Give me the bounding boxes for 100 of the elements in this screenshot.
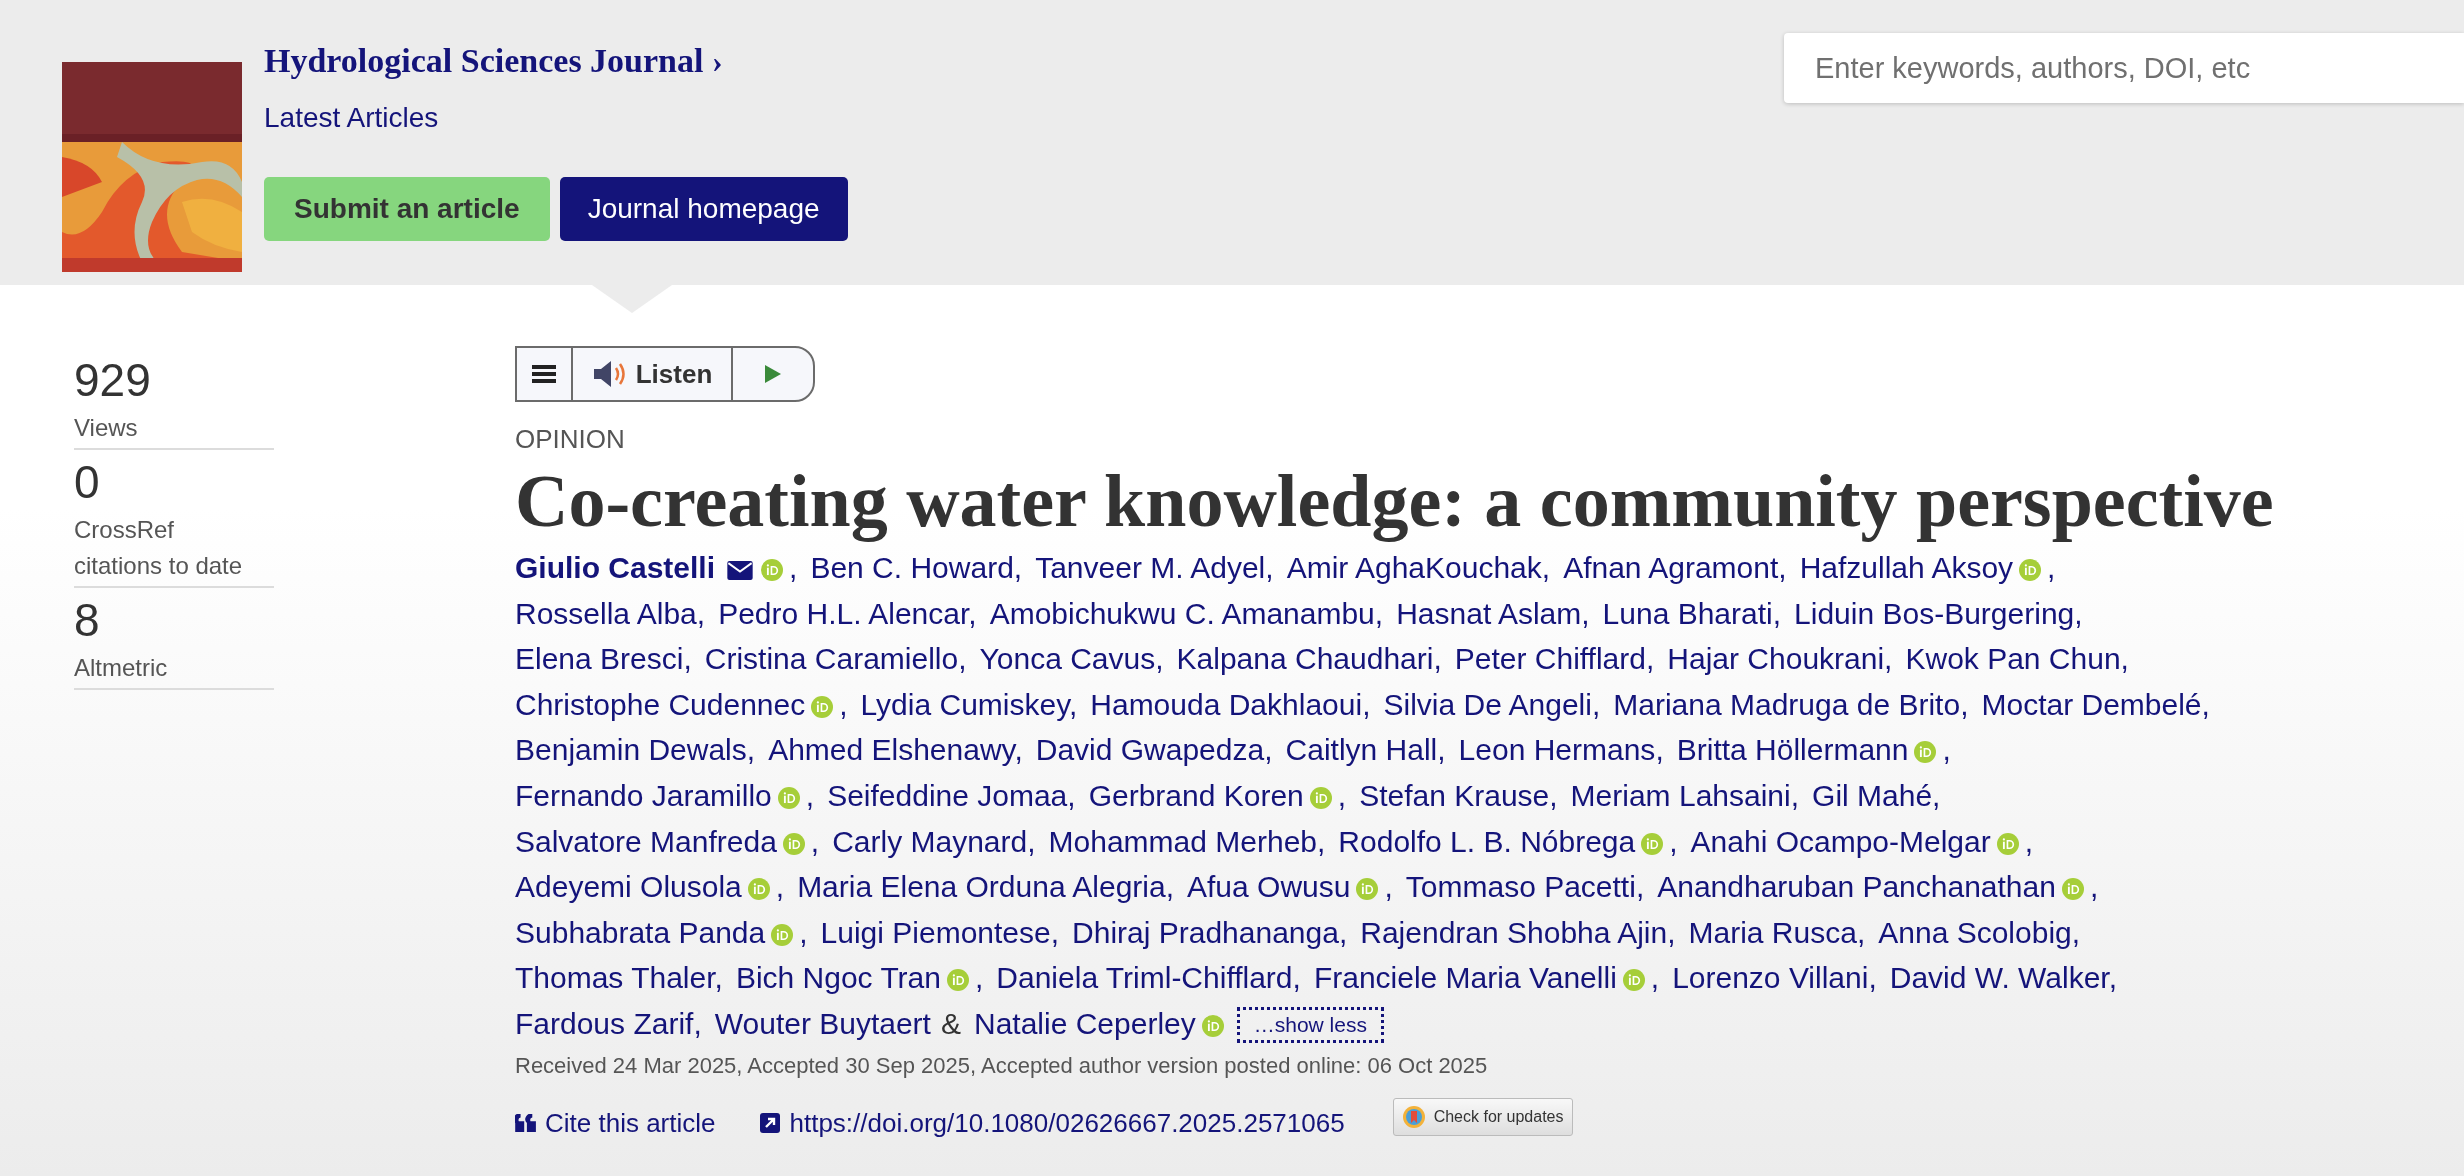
orcid-icon[interactable] xyxy=(1914,741,1937,764)
author-link[interactable]: Giulio Castelli xyxy=(515,551,716,584)
author-link[interactable]: Kalpana Chaudhari xyxy=(1176,642,1434,676)
separator: , xyxy=(1384,870,1393,904)
search-field[interactable]: Enter keywords, authors, DOI, etc xyxy=(1784,33,2464,103)
orcid-icon[interactable] xyxy=(1622,969,1645,992)
author-link[interactable]: Lorenzo Villani xyxy=(1672,961,1869,995)
author-link[interactable]: Amir AghaKouchak xyxy=(1286,551,1542,584)
separator: , xyxy=(805,778,815,812)
author-link[interactable]: Moctar Dembelé xyxy=(1981,687,2202,721)
author-link[interactable]: Franciele Maria Vanelli xyxy=(1313,961,1617,995)
author-link[interactable]: Kwok Pan Chun xyxy=(1905,642,2121,676)
separator: , xyxy=(1790,778,1800,812)
author-link[interactable]: Luna Bharati xyxy=(1602,596,1773,630)
author-link[interactable]: Mohammad Merheb xyxy=(1048,824,1317,858)
author-link[interactable]: Hafzullah Aksoy xyxy=(1799,551,2014,584)
orcid-icon[interactable] xyxy=(1201,1014,1224,1037)
author-link[interactable]: David W. Walker xyxy=(1889,961,2109,995)
author-link[interactable]: Ben C. Howard xyxy=(810,551,1014,584)
author-link[interactable]: Fernando Jaramillo xyxy=(515,778,772,812)
author-link[interactable]: Amobichukwu C. Amanambu xyxy=(989,596,1375,630)
author-link[interactable]: Lydia Cumiskey xyxy=(860,687,1069,721)
author-link[interactable]: Anna Scolobig xyxy=(1878,915,2072,949)
author-link[interactable]: Adeyemi Olusola xyxy=(515,870,742,904)
author-link[interactable]: Liduin Bos-Burgering xyxy=(1794,596,2075,630)
author-link[interactable]: Peter Chifflard xyxy=(1454,642,1646,676)
author-link[interactable]: Yonca Cavus xyxy=(979,642,1156,676)
orcid-icon[interactable] xyxy=(1356,878,1379,901)
author-link[interactable]: Daniela Triml-Chifflard xyxy=(996,961,1293,995)
separator: , xyxy=(1264,733,1273,767)
author-link[interactable]: Tanveer M. Adyel xyxy=(1035,551,1266,584)
author-link[interactable]: Carly Maynard xyxy=(832,824,1028,858)
author-link[interactable]: Rossella Alba xyxy=(515,596,697,630)
author-link[interactable]: Mariana Madruga de Brito xyxy=(1613,687,1961,721)
author-link[interactable]: Meriam Lahsaini xyxy=(1570,778,1791,812)
author-link[interactable]: Silvia De Angeli xyxy=(1383,687,1592,721)
author-link[interactable]: Maria Rusca xyxy=(1688,915,1857,949)
author-link[interactable]: Cristina Caramiello xyxy=(704,642,959,676)
orcid-icon[interactable] xyxy=(1641,832,1664,855)
author-link[interactable]: Leon Hermans xyxy=(1458,733,1656,767)
author-link[interactable]: Luigi Piemontese xyxy=(820,915,1051,949)
separator: , xyxy=(1374,596,1384,630)
author-link[interactable]: Pedro H.L. Alencar xyxy=(718,596,969,630)
orcid-icon[interactable] xyxy=(947,969,969,992)
separator: , xyxy=(746,733,756,767)
author-link[interactable]: Britta Höllermann xyxy=(1676,733,1909,767)
author-link[interactable]: Christophe Cudennec xyxy=(515,687,806,721)
journal-title-link[interactable]: Hydrological Sciences Journal › xyxy=(264,41,848,81)
orcid-icon[interactable] xyxy=(811,695,834,718)
orcid-icon[interactable] xyxy=(747,878,770,901)
author-link[interactable]: Hajar Choukrani xyxy=(1667,642,1885,676)
author-link[interactable]: Benjamin Dewals xyxy=(515,733,747,767)
author-link[interactable]: Gil Mahé xyxy=(1812,778,1933,812)
author-link[interactable]: Gerbrand Koren xyxy=(1088,778,1304,812)
email-icon[interactable] xyxy=(727,561,754,580)
orcid-icon[interactable] xyxy=(777,786,800,809)
listen-button[interactable]: Listen xyxy=(573,348,733,400)
orcid-icon[interactable] xyxy=(782,832,805,855)
author-link[interactable]: Fardous Zarif xyxy=(515,1006,694,1040)
separator: , xyxy=(1433,642,1442,676)
separator: , xyxy=(1317,824,1326,858)
doi-link[interactable]: https://doi.org/10.1080/02626667.2025.2571065 xyxy=(759,1103,1345,1143)
author-link[interactable]: Rajendran Shobha Ajin xyxy=(1360,915,1668,949)
orcid-icon[interactable] xyxy=(761,559,784,581)
separator: , xyxy=(1155,642,1164,676)
author-link[interactable]: Wouter Buytaert xyxy=(714,1006,931,1040)
play-icon xyxy=(765,365,781,383)
author-link[interactable]: Hamouda Dakhlaoui xyxy=(1090,687,1363,721)
speaker-icon xyxy=(591,360,628,388)
author-link[interactable]: Salvatore Manfreda xyxy=(515,824,777,858)
author-link[interactable]: Anahi Ocampo-Melgar xyxy=(1690,824,1991,858)
author-link[interactable]: Thomas Thaler xyxy=(515,961,715,995)
author-link[interactable]: Elena Bresci xyxy=(515,642,684,676)
orcid-icon[interactable] xyxy=(1996,832,2019,855)
submit-article-button[interactable]: Submit an article xyxy=(264,177,550,241)
orcid-icon[interactable] xyxy=(2061,878,2084,901)
author-link[interactable]: Anandharuban Panchanathan xyxy=(1657,870,2056,904)
author-link[interactable]: Hasnat Aslam xyxy=(1396,596,1582,630)
show-less-button[interactable]: …show less xyxy=(1236,1006,1384,1043)
author-link[interactable]: Afua Owusu xyxy=(1187,870,1351,904)
author-link[interactable]: Subhabrata Panda xyxy=(515,915,766,949)
author-link[interactable]: Ahmed Elshenawy xyxy=(768,733,1015,767)
author-link[interactable]: Rodolfo L. B. Nóbrega xyxy=(1338,824,1636,858)
author-link[interactable]: Maria Elena Orduna Alegria xyxy=(797,870,1166,904)
author-link[interactable]: Seifeddine Jomaa xyxy=(827,778,1068,812)
author-link[interactable]: David Gwapedza xyxy=(1035,733,1265,767)
author-link[interactable]: Caitlyn Hall xyxy=(1285,733,1438,767)
author-link[interactable]: Natalie Ceperley xyxy=(973,1006,1196,1040)
author-link[interactable]: Bich Ngoc Tran xyxy=(735,961,941,995)
orcid-icon[interactable] xyxy=(771,923,794,946)
author-link[interactable]: Dhiraj Pradhananga xyxy=(1072,915,1339,949)
author-link[interactable]: Afnan Agramont xyxy=(1563,551,1779,584)
journal-homepage-button[interactable]: Journal homepage xyxy=(559,177,848,241)
author-link[interactable]: Tommaso Pacetti xyxy=(1405,870,1636,904)
author-link[interactable]: Stefan Krause xyxy=(1359,778,1550,812)
orcid-icon[interactable] xyxy=(1309,786,1332,809)
orcid-icon[interactable] xyxy=(2019,559,2042,581)
check-updates-button[interactable]: Check for updates xyxy=(1392,1098,1573,1137)
latest-articles-link[interactable]: Latest Articles xyxy=(264,97,848,139)
cite-article-link[interactable]: Cite this article xyxy=(515,1103,716,1143)
